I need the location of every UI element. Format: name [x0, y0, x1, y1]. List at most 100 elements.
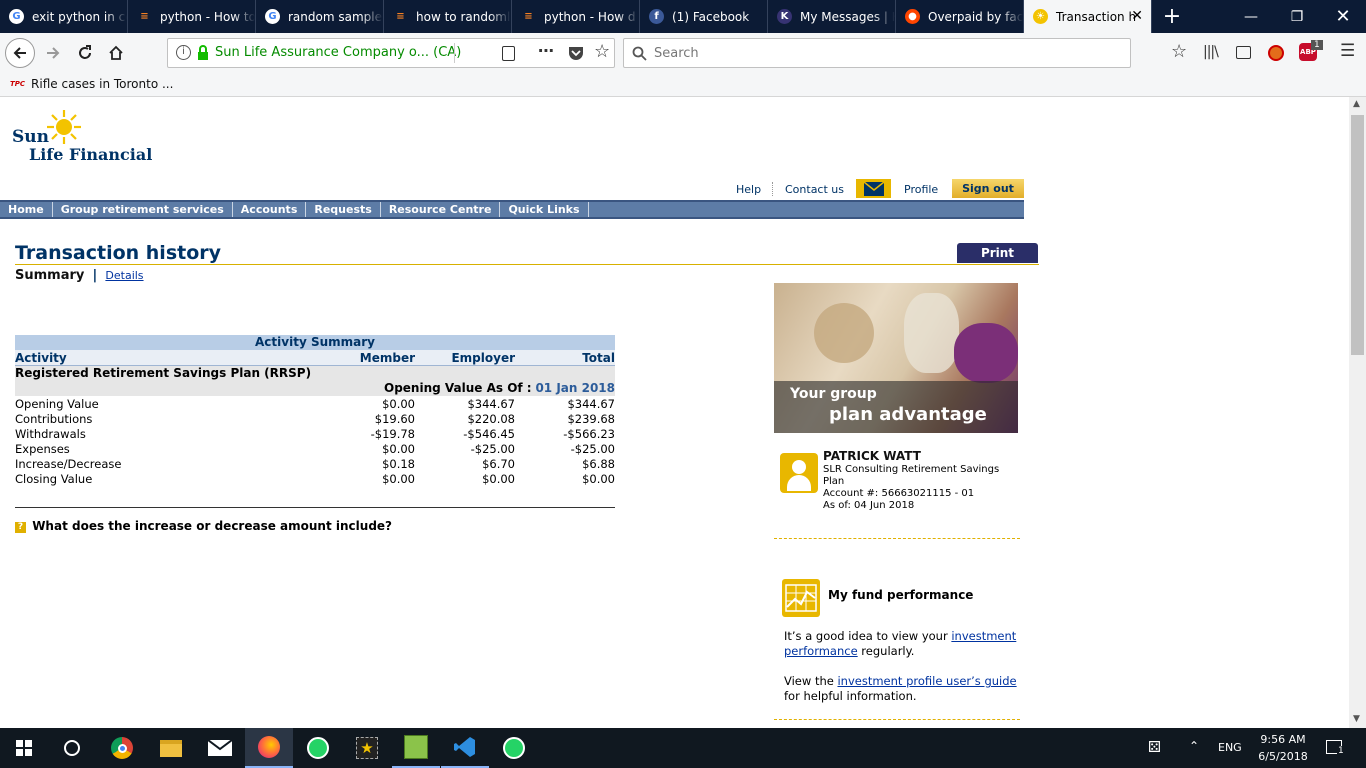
minimize-button[interactable]: —	[1228, 0, 1274, 33]
tab-fade	[489, 0, 511, 33]
sign-out-button[interactable]: Sign out	[952, 179, 1024, 198]
investment-guide-link[interactable]: investment profile user’s guide	[837, 674, 1016, 688]
taskbar-chrome[interactable]	[98, 728, 146, 768]
stackoverflow-icon: ≡	[524, 11, 533, 22]
message-icon[interactable]	[856, 179, 891, 198]
fund-chart-icon	[782, 579, 820, 617]
tab-3[interactable]: Grandom sample	[256, 0, 384, 33]
site-identity[interactable]: Sun Life Assurance Company o... (CA)	[215, 45, 461, 60]
profile-link[interactable]: Profile	[904, 183, 938, 196]
taskbar-file-explorer[interactable]	[147, 728, 195, 768]
main-nav: Home Group retirement services Accounts …	[0, 200, 1024, 219]
scroll-up-icon[interactable]: ▲	[1353, 99, 1360, 109]
details-link[interactable]: Details	[105, 269, 143, 282]
tab-fade	[873, 0, 895, 33]
taskbar-whatsapp-2[interactable]	[490, 728, 538, 768]
page-actions-icon[interactable]: ⋯	[538, 41, 554, 60]
tab-1[interactable]: Gexit python in cc	[0, 0, 128, 33]
close-window-button[interactable]: ✕	[1320, 0, 1366, 33]
avatar	[780, 453, 818, 493]
opening-label: Opening Value As Of :	[384, 381, 532, 395]
close-tab-icon[interactable]: ✕	[1131, 8, 1143, 24]
plan-name: Registered Retirement Savings Plan (RRSP…	[15, 366, 615, 381]
firefox-icon	[258, 736, 280, 758]
help-link[interactable]: Help	[736, 183, 761, 196]
taskbar-media-app[interactable]: ★	[343, 728, 391, 768]
tab-9[interactable]: ☀ Transaction h ✕	[1024, 0, 1152, 33]
clock-date: 6/5/2018	[1258, 750, 1308, 763]
reader-view-icon[interactable]	[502, 46, 515, 61]
language-indicator[interactable]: ENG	[1218, 741, 1242, 754]
taskbar-firefox[interactable]	[245, 728, 293, 768]
info-icon[interactable]: i	[176, 45, 191, 60]
home-button[interactable]	[101, 38, 131, 68]
tab-2[interactable]: ≡ python - How to	[128, 0, 256, 33]
member-amount: $0.00	[382, 472, 415, 486]
tab-5[interactable]: ≡ python - How d	[512, 0, 640, 33]
people-icon[interactable]: ⚄	[1148, 738, 1161, 756]
nav-home[interactable]: Home	[0, 202, 53, 217]
opening-date: 01 Jan 2018	[535, 381, 615, 395]
menu-icon[interactable]: ☰	[1340, 41, 1355, 61]
back-button[interactable]	[5, 38, 35, 68]
tab-fade	[1001, 0, 1023, 33]
activity-label: Closing Value	[15, 472, 93, 486]
nav-accounts[interactable]: Accounts	[233, 202, 307, 217]
sunlife-logo[interactable]: Sun Life Financial	[12, 109, 152, 164]
search-input[interactable]: Search	[623, 38, 1131, 68]
title-rule	[15, 264, 1039, 265]
new-tab-button[interactable]: +	[1154, 0, 1190, 33]
print-button[interactable]: Print	[957, 243, 1038, 263]
nav-quick-links[interactable]: Quick Links	[500, 202, 589, 217]
reddit-icon: ●	[905, 9, 920, 24]
plan-advantage-banner[interactable]: Your group plan advantage	[774, 283, 1018, 433]
taskbar-vscode[interactable]	[441, 728, 489, 768]
employer-amount: -$25.00	[470, 442, 515, 456]
nav-group-retirement[interactable]: Group retirement services	[53, 202, 233, 217]
member-amount: $0.00	[382, 397, 415, 411]
activity-row: Opening Value $0.00 $344.67 $344.67	[15, 396, 615, 411]
sun-icon	[47, 110, 81, 144]
start-button[interactable]	[0, 728, 48, 768]
banner-people-image	[814, 303, 874, 363]
whatsapp-icon	[503, 737, 525, 759]
tab-fade	[105, 0, 127, 33]
tab-4[interactable]: ≡ how to randoml	[384, 0, 512, 33]
clock[interactable]: 9:56 AM 6/5/2018	[1258, 731, 1308, 765]
cortana-button[interactable]	[48, 728, 96, 768]
help-question-icon: ?	[15, 522, 26, 533]
activity-row: Expenses $0.00 -$25.00 -$25.00	[15, 441, 615, 456]
tab-8[interactable]: ● Overpaid by fact	[896, 0, 1024, 33]
contact-link[interactable]: Contact us	[785, 183, 844, 196]
tab-fade	[745, 0, 767, 33]
nav-requests[interactable]: Requests	[306, 202, 381, 217]
restore-button[interactable]: ❐	[1274, 0, 1320, 33]
tray-chevron-icon[interactable]: ⌃	[1189, 739, 1199, 753]
forward-button[interactable]	[38, 38, 68, 68]
library-icon[interactable]: |||\	[1203, 44, 1219, 60]
chrome-icon	[111, 737, 133, 759]
reload-button[interactable]	[70, 38, 100, 68]
nav-resource-centre[interactable]: Resource Centre	[381, 202, 501, 217]
divider	[772, 182, 773, 196]
taskbar-mail[interactable]	[196, 728, 244, 768]
fund-text-1-post: regularly.	[857, 644, 915, 658]
faq-row[interactable]: ? What does the increase or decrease amo…	[15, 519, 392, 533]
url-bar[interactable]: i Sun Life Assurance Company o... (CA) ⋯…	[167, 38, 615, 68]
blocker-addon-icon[interactable]	[1268, 45, 1284, 61]
col-activity: Activity	[15, 351, 67, 365]
taskbar-whatsapp[interactable]	[294, 728, 342, 768]
sidebar-icon[interactable]	[1236, 46, 1251, 59]
scroll-down-icon[interactable]: ▼	[1353, 714, 1360, 724]
search-icon	[632, 46, 647, 61]
kijiji-icon: K	[777, 9, 792, 24]
bookmarks-menu-icon[interactable]: ☆	[1171, 41, 1187, 62]
tab-7[interactable]: K My Messages | K	[768, 0, 896, 33]
tab-6[interactable]: f (1) Facebook	[640, 0, 768, 33]
taskbar-app[interactable]	[392, 728, 440, 768]
bookmark-star-icon[interactable]: ☆	[594, 41, 610, 62]
pocket-icon[interactable]	[568, 46, 584, 61]
banner-people-image	[954, 323, 1018, 383]
bookmark-item[interactable]: TPC Rifle cases in Toronto ...	[10, 77, 173, 91]
scrollbar-thumb[interactable]	[1351, 115, 1364, 355]
